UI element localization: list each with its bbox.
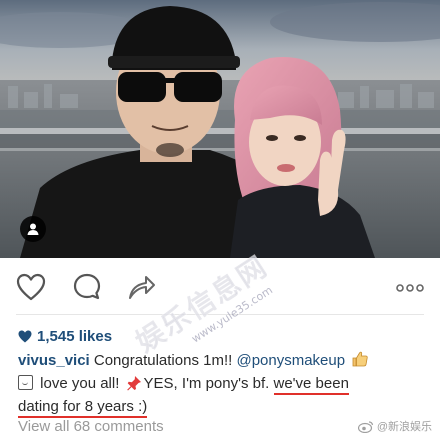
like-button[interactable] — [14, 272, 48, 306]
actions-divider — [16, 314, 424, 315]
caption-highlight-2: dating for 8 years :) — [18, 398, 148, 418]
weibo-handle: @新浪娱乐 — [376, 421, 432, 433]
heart-filled-icon — [18, 330, 32, 343]
share-button[interactable] — [124, 272, 158, 306]
caption-line-2: love you all! YES, I'm pony's bf. we've … — [18, 374, 428, 397]
caption-line-1: vivus_vici Congratulations 1m!! @ponysma… — [18, 350, 428, 374]
caption-text-2: love you all! — [36, 375, 124, 392]
caption-username[interactable]: vivus_vici — [18, 352, 90, 369]
comment-button[interactable] — [70, 272, 104, 306]
share-arrow-icon — [126, 273, 156, 306]
caption-mention[interactable]: @ponysmakeup — [236, 352, 345, 369]
weibo-logo-icon — [357, 420, 374, 433]
view-all-comments-link[interactable]: View all 68 comments — [18, 418, 164, 435]
more-options-button[interactable] — [392, 272, 428, 306]
weibo-watermark: @新浪娱乐 — [357, 418, 432, 434]
caption-line-3: dating for 8 years :) — [18, 397, 428, 418]
comment-bubble-icon — [72, 272, 102, 307]
person-tag-icon — [26, 222, 40, 236]
thumbs-up-emoji-icon — [351, 350, 369, 374]
photo-illustration — [0, 0, 440, 258]
heart-outline-icon — [16, 273, 46, 306]
caption-text-1: Congratulations 1m!! — [89, 352, 237, 369]
smiley-emoji-icon — [18, 375, 33, 390]
post-actions — [0, 268, 440, 308]
user-tag-button[interactable] — [20, 216, 46, 242]
likes-count[interactable]: 1,545 likes — [18, 326, 112, 346]
likes-count-text: 1,545 likes — [37, 327, 113, 345]
post-caption: vivus_vici Congratulations 1m!! @ponysma… — [18, 350, 428, 418]
post-photo[interactable] — [0, 0, 440, 258]
instagram-post: 1,545 likes vivus_vici Congratulations 1… — [0, 0, 440, 440]
caption-text-3: YES, I'm pony's bf. — [143, 375, 274, 392]
caption-highlight-1: we've been — [273, 375, 349, 395]
pushpin-emoji-icon — [126, 375, 142, 397]
more-dots-icon — [395, 280, 425, 298]
